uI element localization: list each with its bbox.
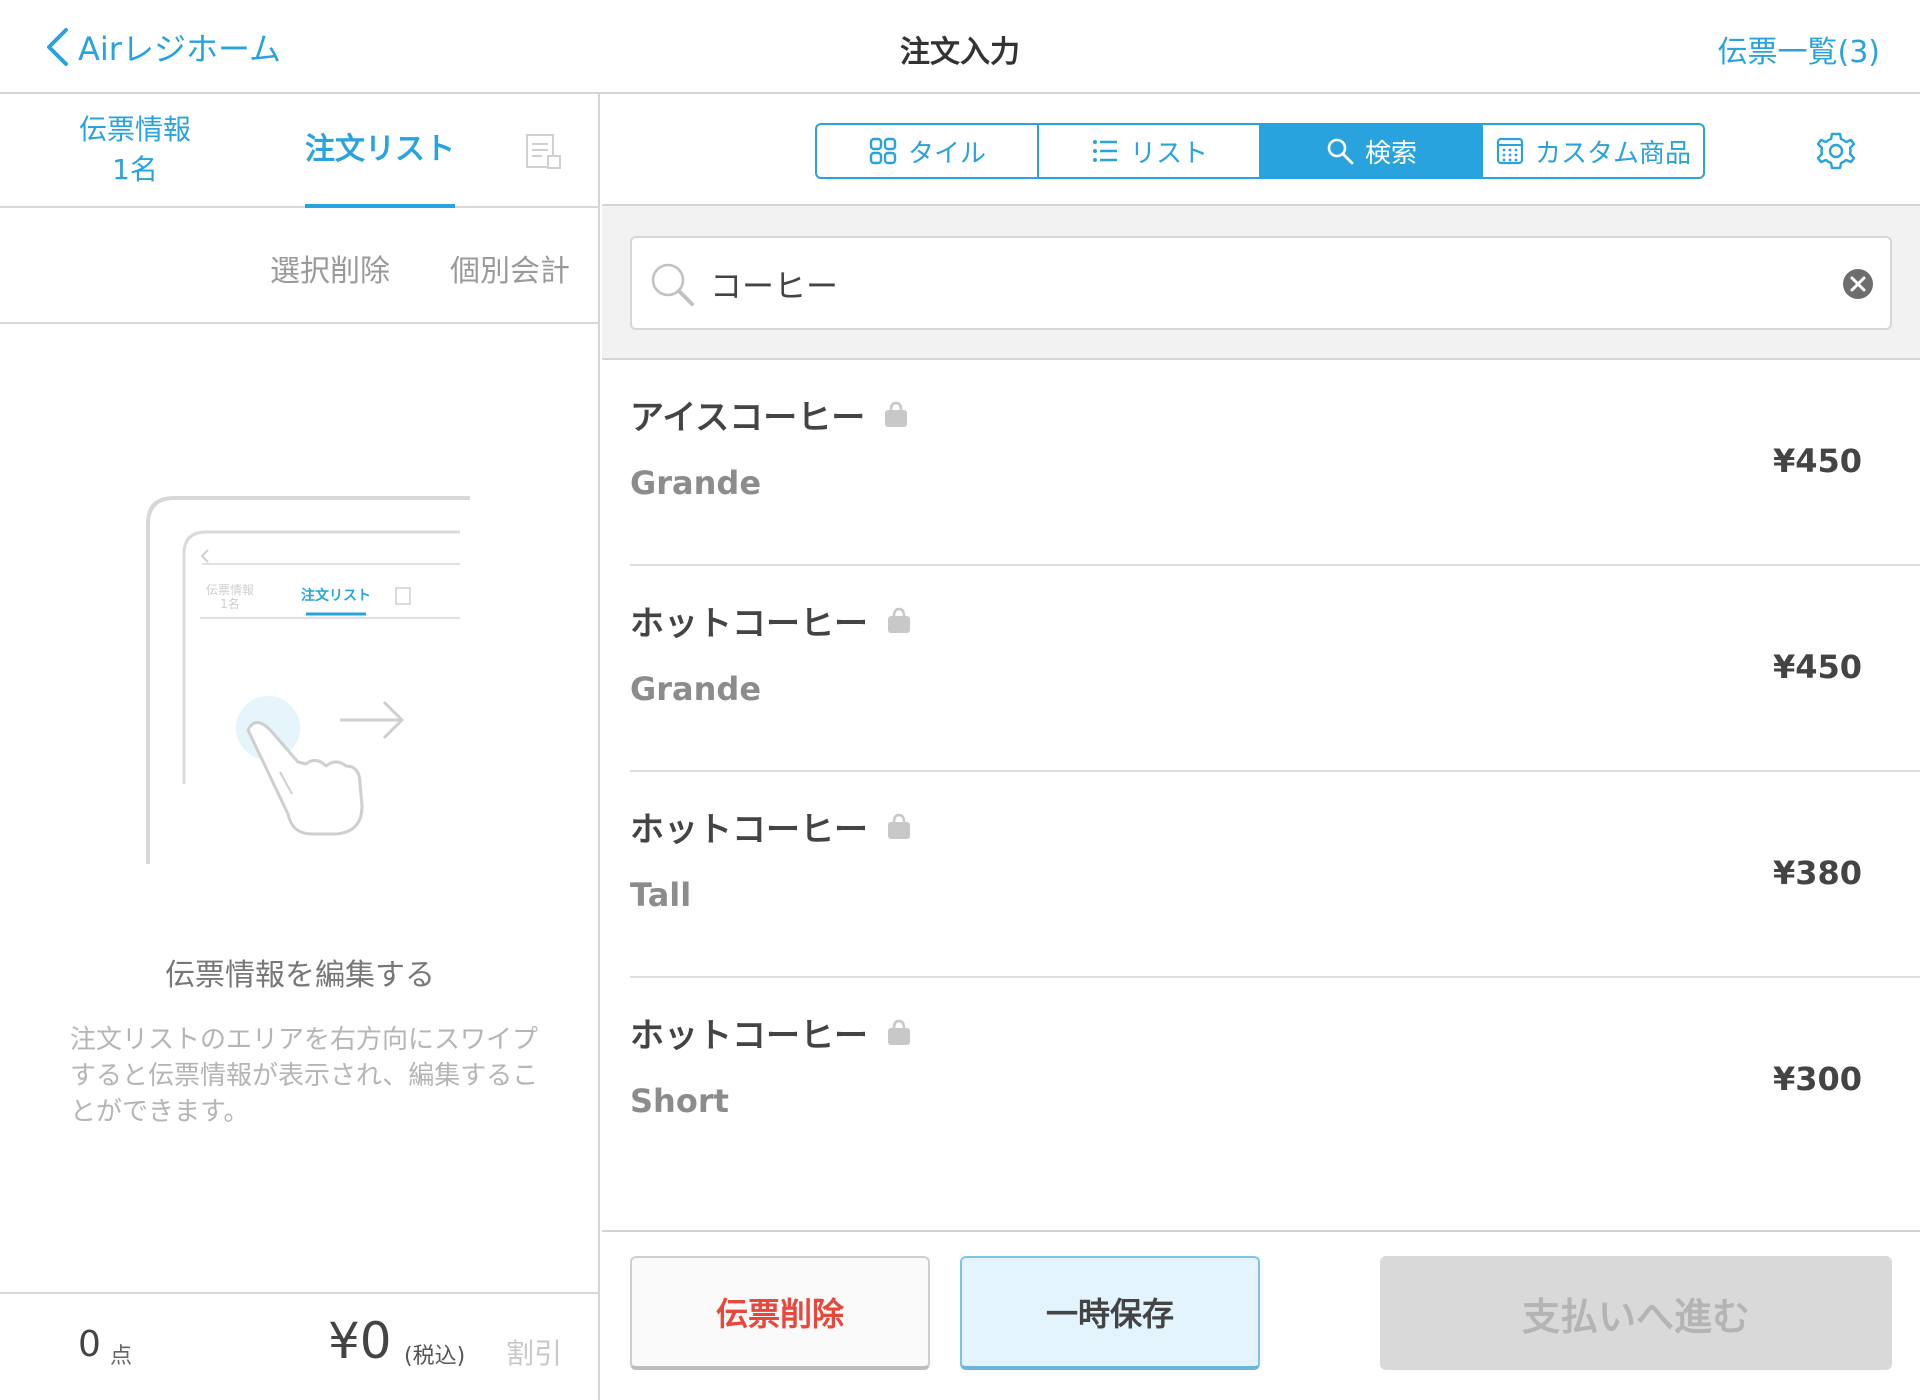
calculator-icon — [1496, 137, 1524, 165]
illus-tab-info: 伝票情報 — [206, 583, 254, 597]
product-size: Short — [630, 1082, 729, 1120]
search-results-list: アイスコーヒー Grande ¥450 ホットコーヒー Grande ¥450 … — [602, 360, 1920, 1224]
tab-order-list[interactable]: 注文リスト — [305, 94, 455, 208]
item-count-unit: 点 — [110, 1344, 133, 1369]
product-price: ¥380 — [1772, 854, 1862, 892]
tax-included-note: (税込) — [404, 1344, 466, 1369]
hold-button[interactable]: 一時保存 — [960, 1256, 1260, 1370]
grid-icon — [869, 137, 897, 165]
hint-title: 伝票情報を編集する — [165, 958, 435, 993]
product-row[interactable]: ホットコーヒー Grande ¥450 — [630, 566, 1920, 772]
delete-slip-button[interactable]: 伝票削除 — [630, 1256, 930, 1370]
product-price: ¥450 — [1772, 442, 1862, 480]
delete-selected-button[interactable]: 選択削除 — [270, 246, 390, 290]
order-actions: 選択削除 個別会計 — [0, 208, 600, 324]
product-size: Grande — [630, 464, 762, 502]
takeout-bag-icon — [885, 401, 908, 427]
product-name: アイスコーヒー — [630, 398, 866, 438]
product-name: ホットコーヒー — [630, 810, 868, 850]
proceed-payment-button[interactable]: 支払いへ進む — [1380, 1256, 1892, 1370]
view-mode-custom-product[interactable]: カスタム商品 — [1483, 125, 1703, 177]
illus-tab-info-count: 1名 — [220, 596, 240, 611]
list-icon — [1092, 140, 1117, 162]
product-name: ホットコーヒー — [630, 604, 868, 644]
view-mode-switcher: タイル リスト 検索 カスタム商品 — [815, 123, 1705, 179]
product-size: Tall — [630, 876, 692, 914]
action-bar: 伝票削除 一時保存 支払いへ進む — [602, 1230, 1920, 1400]
left-tab-bar: 伝票情報 1名 注文リスト — [0, 94, 600, 208]
takeout-bag-icon — [888, 1019, 910, 1045]
slip-list-link[interactable]: 伝票一覧(3) — [1718, 27, 1881, 71]
header-bar: Airレジホーム 注文入力 伝票一覧(3) — [0, 0, 1920, 94]
search-input[interactable] — [710, 252, 1810, 316]
swipe-hint-illustration: 伝票情報 1名 注文リスト — [146, 496, 470, 864]
view-mode-custom-label: カスタム商品 — [1534, 138, 1691, 169]
product-size: Grande — [630, 670, 762, 708]
view-mode-search-label: 検索 — [1364, 138, 1417, 169]
illus-tab-order: 注文リスト — [301, 587, 371, 604]
gear-icon[interactable] — [1814, 130, 1858, 174]
search-area — [602, 206, 1920, 360]
tab-slip-info[interactable]: 伝票情報 1名 — [60, 110, 210, 190]
view-mode-tile[interactable]: タイル — [817, 125, 1039, 177]
discount-button[interactable]: 割引 — [506, 1332, 562, 1372]
order-summary-footer: 0 点 ¥0 (税込) 割引 — [0, 1292, 600, 1400]
receipt-icon[interactable] — [524, 132, 562, 172]
takeout-bag-icon — [888, 607, 910, 633]
product-row[interactable]: ホットコーヒー Short ¥300 — [630, 978, 1920, 1184]
view-mode-list[interactable]: リスト — [1039, 125, 1261, 177]
item-count: 0 — [78, 1324, 101, 1365]
order-list-pane: 伝票情報 1名 注文リスト 選択削除 個別会計 伝票情報 1名 注文リスト 伝票 — [0, 94, 600, 1400]
product-price: ¥450 — [1772, 648, 1862, 686]
product-row[interactable]: アイスコーヒー Grande ¥450 — [630, 360, 1920, 566]
product-pane: タイル リスト 検索 カスタム商品 コーヒー アイスコーヒー Grande ¥4… — [602, 94, 1920, 1400]
page-title: 注文入力 — [900, 35, 1020, 70]
product-name-line: ホットコーヒー — [630, 596, 914, 645]
search-field-icon — [651, 263, 694, 306]
tab-slip-info-count: 1名 — [112, 153, 158, 186]
split-payment-button[interactable]: 個別会計 — [450, 246, 570, 290]
view-mode-list-label: リスト — [1129, 138, 1208, 169]
product-row[interactable]: ホットコーヒー Tall ¥380 — [630, 772, 1920, 978]
product-name-line: アイスコーヒー — [630, 390, 911, 439]
product-price: ¥300 — [1772, 1060, 1862, 1098]
view-mode-search[interactable]: 検索 — [1261, 125, 1483, 177]
hint-description: 注文リストのエリアを右方向にスワイプすると伝票情報が表示され、編集することができ… — [70, 1025, 539, 1127]
clear-search-icon[interactable] — [1842, 268, 1874, 300]
takeout-bag-icon — [888, 813, 910, 839]
product-name: ホットコーヒー — [630, 1016, 868, 1056]
total-amount: ¥0 — [328, 1312, 392, 1370]
tab-slip-info-label: 伝票情報 — [78, 113, 191, 146]
product-name-line: ホットコーヒー — [630, 802, 914, 851]
search-box — [630, 236, 1892, 330]
product-name-line: ホットコーヒー — [630, 1008, 914, 1057]
search-icon — [1327, 138, 1354, 165]
view-mode-tile-label: タイル — [907, 138, 986, 169]
view-toolbar: タイル リスト 検索 カスタム商品 — [602, 94, 1920, 206]
